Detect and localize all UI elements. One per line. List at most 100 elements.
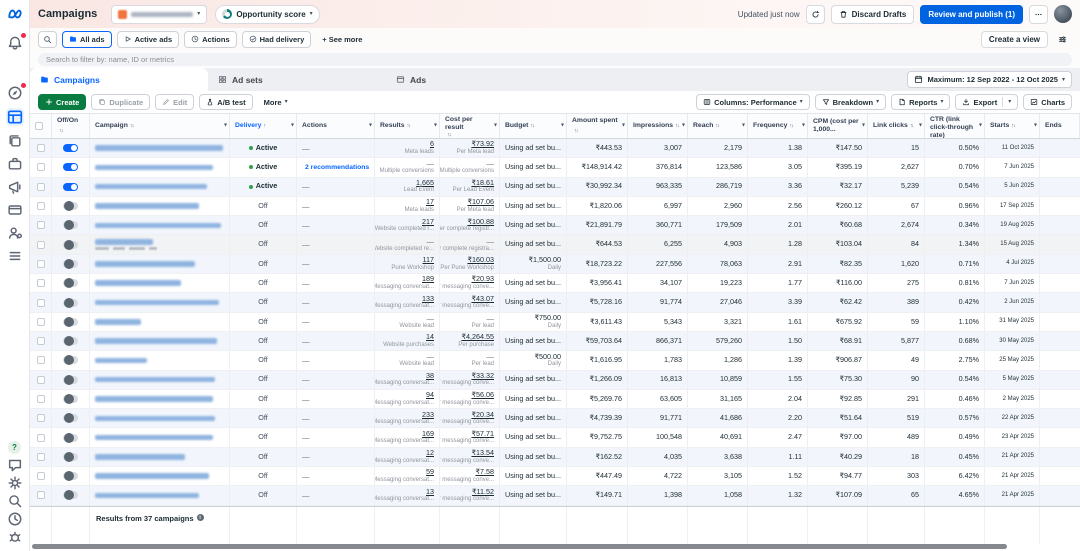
date-range-button[interactable]: Maximum: 12 Sep 2022 - 12 Oct 2025 ▾ — [907, 71, 1072, 88]
campaign-toggle[interactable] — [63, 337, 78, 345]
column-header-actions[interactable]: Actions▾ — [297, 114, 375, 138]
duplicate-button[interactable]: Duplicate — [91, 94, 150, 110]
filter-pill-all-ads[interactable]: All ads — [62, 31, 112, 48]
campaign-name-cell[interactable] — [90, 467, 230, 485]
column-header-ends[interactable]: Ends — [1040, 114, 1080, 138]
campaign-name-cell[interactable] — [90, 158, 230, 176]
row-checkbox[interactable] — [37, 183, 45, 191]
filter-pill--see-more[interactable]: + See more — [316, 31, 368, 48]
select-all-checkbox[interactable] — [35, 122, 43, 130]
campaign-toggle[interactable] — [63, 144, 78, 152]
person-gear-icon[interactable] — [7, 225, 23, 241]
column-header-amount-spent[interactable]: Amount spent↑↓▾ — [567, 114, 628, 138]
campaign-name-cell[interactable] — [90, 216, 230, 234]
campaign-toggle[interactable] — [63, 260, 78, 268]
campaign-name-cell[interactable] — [90, 235, 230, 253]
campaign-toggle[interactable] — [63, 163, 78, 171]
campaign-name-cell[interactable] — [90, 332, 230, 350]
breakdown-button[interactable]: Breakdown▾ — [815, 94, 886, 110]
row-checkbox[interactable] — [37, 299, 45, 307]
column-header-results[interactable]: Results↑↓▾ — [375, 114, 440, 138]
campaign-name-cell[interactable] — [90, 293, 230, 311]
meta-logo[interactable] — [7, 6, 23, 22]
row-checkbox[interactable] — [37, 241, 45, 249]
search-filters-button[interactable] — [38, 31, 57, 48]
filter-pill-active-ads[interactable]: Active ads — [117, 31, 180, 48]
column-header-delivery[interactable]: Delivery↑▾ — [230, 114, 297, 138]
campaign-toggle[interactable] — [63, 376, 78, 384]
charts-button[interactable]: Charts — [1023, 94, 1072, 110]
filter-pill-had-delivery[interactable]: Had delivery — [242, 31, 312, 48]
filter-pill-actions[interactable]: Actions — [184, 31, 237, 48]
campaign-toggle[interactable] — [63, 434, 78, 442]
clock-icon[interactable] — [7, 511, 23, 527]
campaign-name-cell[interactable] — [90, 409, 230, 427]
bell-icon[interactable] — [7, 35, 23, 51]
recommendations-link[interactable]: 2 recommendations — [302, 163, 369, 171]
campaign-name-cell[interactable] — [90, 197, 230, 215]
search-icon[interactable] — [7, 493, 23, 509]
campaign-name-cell[interactable] — [90, 486, 230, 504]
briefcase-icon[interactable] — [7, 156, 23, 172]
columns-performance-button[interactable]: Columns: Performance▾ — [696, 94, 810, 110]
campaign-name-cell[interactable] — [90, 139, 230, 157]
campaign-name-cell[interactable] — [90, 178, 230, 196]
campaign-toggle[interactable] — [63, 202, 78, 210]
campaign-toggle[interactable] — [63, 241, 78, 249]
row-checkbox[interactable] — [37, 318, 45, 326]
campaign-name-cell[interactable] — [90, 351, 230, 369]
row-checkbox[interactable] — [37, 260, 45, 268]
opportunity-score-button[interactable]: Opportunity score ▾ — [215, 5, 319, 24]
campaign-name-cell[interactable] — [90, 313, 230, 331]
campaign-name-cell[interactable] — [90, 390, 230, 408]
ad-account-selector[interactable]: ▾ — [111, 5, 207, 24]
row-checkbox[interactable] — [37, 279, 45, 287]
column-header-ctr-link-click-through-rate-[interactable]: CTR (link click-through rate)↑↓▾ — [925, 114, 985, 138]
campaign-toggle[interactable] — [63, 279, 78, 287]
column-header-cpm-cost-per-1-000-[interactable]: CPM (cost per 1,000...▾ — [808, 114, 868, 138]
campaign-name-cell[interactable] — [90, 448, 230, 466]
campaign-toggle[interactable] — [63, 299, 78, 307]
refresh-button[interactable] — [806, 5, 825, 24]
export-button[interactable]: Export▾ — [955, 94, 1018, 110]
column-header-cost-per-result[interactable]: Cost per result↑↓▾ — [440, 114, 500, 138]
more-options-button[interactable] — [1029, 5, 1048, 24]
row-checkbox[interactable] — [37, 163, 45, 171]
column-header-campaign[interactable]: Campaign↑↓▾ — [90, 114, 230, 138]
user-avatar[interactable] — [1054, 5, 1072, 23]
row-checkbox[interactable] — [37, 453, 45, 461]
campaign-toggle[interactable] — [63, 472, 78, 480]
column-header-budget[interactable]: Budget↑↓▾ — [500, 114, 567, 138]
card-icon[interactable] — [7, 202, 23, 218]
row-checkbox[interactable] — [37, 414, 45, 422]
campaign-name-cell[interactable] — [90, 428, 230, 446]
campaign-toggle[interactable] — [63, 395, 78, 403]
column-header-frequency[interactable]: Frequency↑↓▾ — [748, 114, 808, 138]
campaign-name-cell[interactable] — [90, 255, 230, 273]
pages-icon[interactable] — [7, 133, 23, 149]
row-checkbox[interactable] — [37, 491, 45, 499]
column-header-select[interactable] — [30, 114, 52, 138]
row-checkbox[interactable] — [37, 202, 45, 210]
column-header-off-on[interactable]: Off/On↑↓ — [52, 114, 90, 138]
table-icon[interactable] — [6, 108, 24, 126]
row-checkbox[interactable] — [37, 472, 45, 480]
discard-drafts-button[interactable]: Discard Drafts — [831, 5, 915, 24]
create-a-view-button[interactable]: Create a view — [981, 31, 1048, 48]
campaign-toggle[interactable] — [63, 221, 78, 229]
view-settings-button[interactable] — [1053, 30, 1072, 49]
campaign-toggle[interactable] — [63, 183, 78, 191]
campaign-toggle[interactable] — [63, 491, 78, 499]
tab-ads[interactable]: Ads — [386, 68, 564, 91]
row-checkbox[interactable] — [37, 221, 45, 229]
row-checkbox[interactable] — [37, 434, 45, 442]
tab-ad-sets[interactable]: Ad sets — [208, 68, 386, 91]
bug-icon[interactable] — [7, 529, 23, 545]
compass-icon[interactable] — [7, 85, 23, 101]
menu-icon[interactable] — [7, 248, 23, 264]
more-button[interactable]: More▾ — [258, 94, 294, 110]
horizontal-scrollbar[interactable] — [32, 544, 1007, 549]
gear-icon[interactable] — [7, 475, 23, 491]
campaign-toggle[interactable] — [63, 414, 78, 422]
row-checkbox[interactable] — [37, 395, 45, 403]
